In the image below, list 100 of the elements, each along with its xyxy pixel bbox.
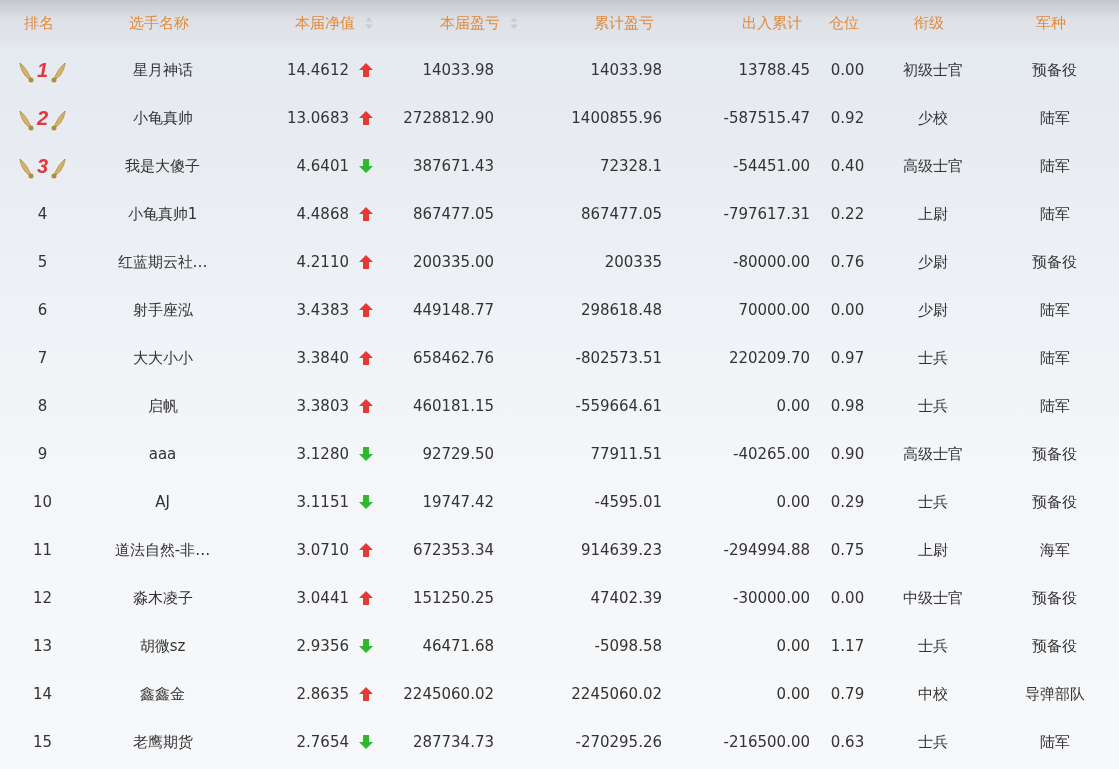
rank-number: 6 — [37, 301, 48, 319]
rank-title: 少尉 — [917, 252, 948, 272]
profit-loss: 867477.05 — [412, 205, 494, 223]
service-branch: 预备役 — [1032, 252, 1077, 272]
profit-loss: 14033.98 — [422, 61, 494, 79]
column-header: 排名 — [23, 13, 54, 33]
player-name: 小龟真帅 — [132, 108, 193, 128]
net-inflow: 0.00 — [776, 685, 810, 703]
rank-number: 14 — [32, 685, 53, 703]
total-profit-loss: -559664.61 — [575, 397, 662, 415]
net-inflow: 70000.00 — [738, 301, 810, 319]
player-name: 老鹰期货 — [132, 732, 193, 752]
net-inflow: -216500.00 — [723, 733, 810, 751]
rank-number: 11 — [32, 541, 53, 559]
position-ratio: 0.90 — [830, 445, 865, 463]
column-header[interactable]: 本届净值 — [295, 13, 355, 33]
profit-loss: 387671.43 — [412, 157, 494, 175]
profit-loss: 46471.68 — [422, 637, 494, 655]
column-header: 出入累计 — [742, 13, 802, 33]
total-profit-loss: 14033.98 — [590, 61, 662, 79]
net-inflow: 0.00 — [776, 397, 810, 415]
player-name: 道法自然-非… — [114, 540, 211, 560]
net-value: 3.1151 — [296, 493, 349, 511]
rank-number: 12 — [32, 589, 53, 607]
position-ratio: 1.17 — [830, 637, 865, 655]
service-branch: 陆军 — [1039, 732, 1070, 752]
sort-icon[interactable] — [365, 16, 373, 30]
rank-title: 上尉 — [917, 540, 948, 560]
profit-loss: 672353.34 — [412, 541, 494, 559]
rank-title: 士兵 — [917, 636, 948, 656]
net-inflow: 0.00 — [776, 637, 810, 655]
position-ratio: 0.98 — [830, 397, 865, 415]
rank-title: 士兵 — [917, 396, 948, 416]
net-value: 3.1280 — [296, 445, 349, 463]
rank-number: 13 — [32, 637, 53, 655]
total-profit-loss: 298618.48 — [580, 301, 662, 319]
net-inflow: 13788.45 — [738, 61, 810, 79]
net-value: 4.6401 — [296, 157, 349, 175]
column-header[interactable]: 本届盈亏 — [440, 13, 500, 33]
net-value: 14.4612 — [286, 61, 349, 79]
player-name: 星月神话 — [132, 60, 193, 80]
service-branch: 预备役 — [1032, 588, 1077, 608]
rank-number: 15 — [32, 733, 53, 751]
service-branch: 陆军 — [1039, 348, 1070, 368]
rank-number: 9 — [37, 445, 48, 463]
rank-title: 士兵 — [917, 492, 948, 512]
position-ratio: 0.22 — [830, 205, 865, 223]
player-name: aaa — [148, 445, 177, 463]
position-ratio: 0.00 — [830, 589, 865, 607]
player-name: 胡微sz — [139, 636, 186, 656]
net-value: 3.4383 — [296, 301, 349, 319]
profit-loss: 151250.25 — [412, 589, 494, 607]
service-branch: 预备役 — [1032, 444, 1077, 464]
net-inflow: -587515.47 — [723, 109, 810, 127]
position-ratio: 0.92 — [830, 109, 865, 127]
net-inflow: 0.00 — [776, 493, 810, 511]
profit-loss: 2245060.02 — [403, 685, 494, 703]
service-branch: 陆军 — [1039, 204, 1070, 224]
rank-title: 高级士官 — [902, 156, 963, 176]
player-name: 射手座泓 — [132, 300, 193, 320]
total-profit-loss: -270295.26 — [575, 733, 662, 751]
position-ratio: 0.75 — [830, 541, 865, 559]
rank-number: 3 — [36, 154, 49, 178]
net-inflow: 220209.70 — [728, 349, 810, 367]
rank-number: 4 — [37, 205, 48, 223]
total-profit-loss: 72328.1 — [599, 157, 662, 175]
net-value: 3.3803 — [296, 397, 349, 415]
player-name: 启帆 — [147, 396, 178, 416]
column-header: 仓位 — [828, 13, 859, 33]
service-branch: 陆军 — [1039, 396, 1070, 416]
position-ratio: 0.76 — [830, 253, 865, 271]
rank-title: 中级士官 — [902, 588, 963, 608]
total-profit-loss: -4595.01 — [594, 493, 662, 511]
player-name: 鑫鑫金 — [140, 684, 185, 704]
service-branch: 陆军 — [1039, 156, 1070, 176]
profit-loss: 658462.76 — [412, 349, 494, 367]
service-branch: 陆军 — [1039, 108, 1070, 128]
profit-loss: 449148.77 — [412, 301, 494, 319]
net-inflow: -40265.00 — [733, 445, 810, 463]
net-value: 2.9356 — [296, 637, 349, 655]
position-ratio: 0.63 — [830, 733, 865, 751]
rank-title: 士兵 — [917, 732, 948, 752]
position-ratio: 0.40 — [830, 157, 865, 175]
profit-loss: 2728812.90 — [403, 109, 494, 127]
service-branch: 预备役 — [1032, 636, 1077, 656]
net-inflow: -80000.00 — [733, 253, 810, 271]
rank-number: 5 — [37, 253, 48, 271]
net-inflow: -797617.31 — [723, 205, 810, 223]
rank-number: 7 — [37, 349, 48, 367]
total-profit-loss: 2245060.02 — [571, 685, 662, 703]
rank-number: 1 — [36, 58, 49, 82]
sort-icon[interactable] — [510, 16, 518, 30]
position-ratio: 0.97 — [830, 349, 865, 367]
service-branch: 预备役 — [1032, 60, 1077, 80]
total-profit-loss: -5098.58 — [594, 637, 662, 655]
column-header: 累计盈亏 — [594, 13, 654, 33]
rank-number: 2 — [36, 106, 49, 130]
total-profit-loss: -802573.51 — [575, 349, 662, 367]
profit-loss: 460181.15 — [412, 397, 494, 415]
total-profit-loss: 1400855.96 — [571, 109, 662, 127]
